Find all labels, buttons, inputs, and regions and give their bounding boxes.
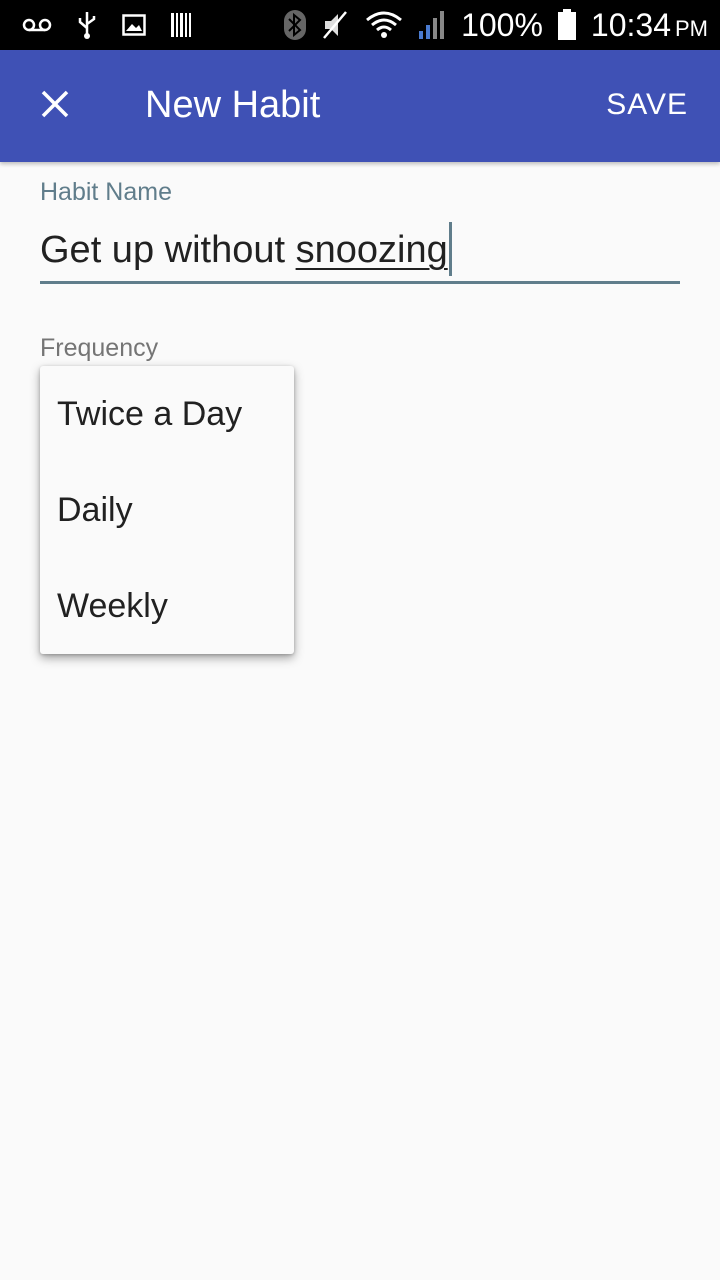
image-icon	[122, 14, 146, 36]
frequency-option-weekly[interactable]: Weekly	[40, 558, 294, 654]
close-button[interactable]	[20, 71, 90, 141]
barcode-icon	[170, 12, 192, 38]
battery-icon	[557, 9, 577, 41]
clock-ampm: PM	[675, 15, 708, 41]
signal-icon	[417, 9, 447, 41]
clock-time: 10:34	[590, 6, 671, 43]
frequency-option-twice-a-day[interactable]: Twice a Day	[40, 366, 294, 462]
bluetooth-icon	[283, 9, 307, 41]
status-bar: 100% 10:34 PM	[0, 0, 720, 50]
mute-icon	[321, 9, 351, 41]
clock: 10:34 PM	[591, 7, 708, 44]
habit-name-label: Habit Name	[40, 178, 172, 206]
frequency-option-daily[interactable]: Daily	[40, 462, 294, 558]
save-button[interactable]: SAVE	[606, 88, 688, 122]
status-bar-right: 100% 10:34 PM	[283, 0, 708, 50]
frequency-label: Frequency	[40, 334, 159, 362]
status-bar-left	[22, 0, 192, 50]
habit-name-text: Get up without	[40, 229, 296, 271]
battery-percentage: 100%	[461, 6, 543, 43]
voicemail-icon	[22, 17, 52, 33]
habit-name-composing-word: snoozing	[295, 229, 448, 271]
close-icon	[40, 89, 70, 124]
frequency-dropdown-menu: Twice a Day Daily Weekly	[40, 366, 294, 654]
habit-name-input[interactable]: Get up without snoozing	[40, 220, 680, 284]
usb-icon	[76, 10, 98, 40]
wifi-icon	[365, 10, 403, 40]
text-cursor	[448, 221, 452, 276]
app-bar: New Habit SAVE	[0, 50, 720, 162]
page-title: New Habit	[145, 84, 321, 126]
